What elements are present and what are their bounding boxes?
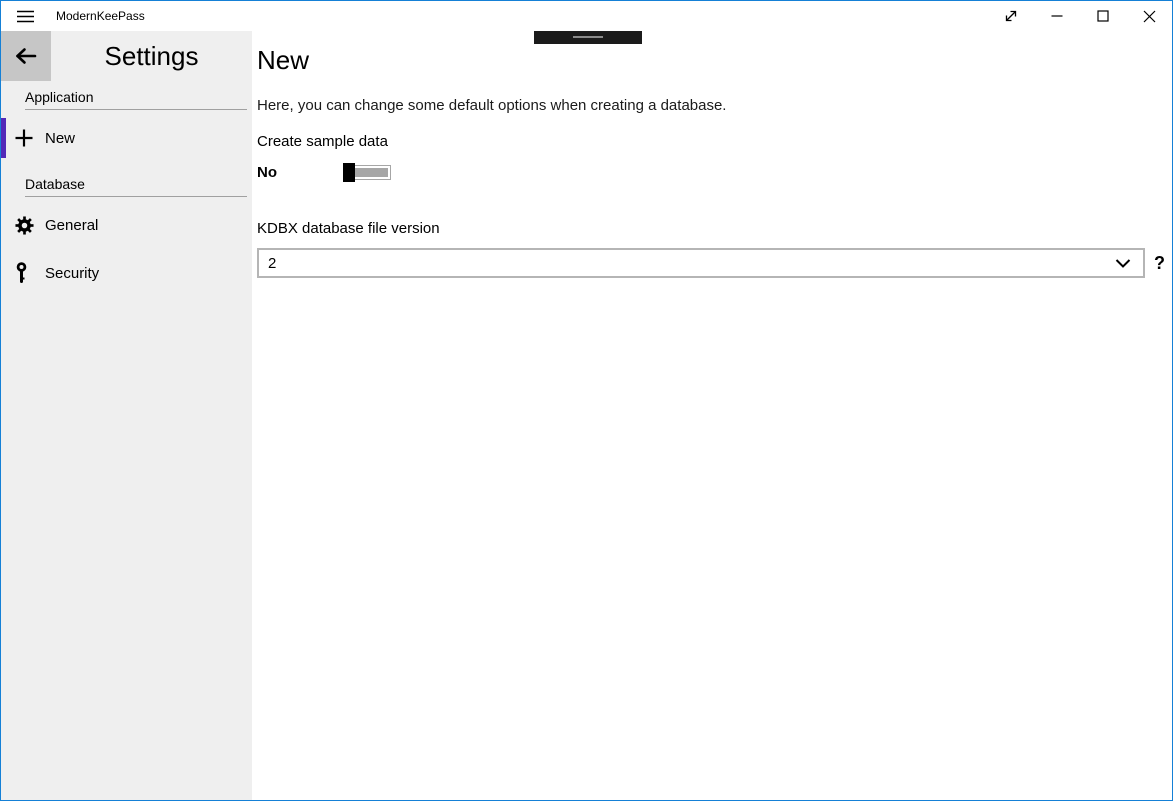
create-sample-row: No [257,162,1172,182]
app-window: ModernKeePass [0,0,1173,801]
drag-handle[interactable] [534,31,642,44]
sidebar-item-security[interactable]: Security [1,249,252,297]
close-icon [1143,10,1156,23]
chevron-down-icon [1115,259,1131,268]
sidebar-header: Settings [1,31,252,81]
minimize-icon [1051,10,1063,22]
kdbx-version-label: KDBX database file version [257,219,1172,239]
page-description: Here, you can change some default option… [257,96,1172,116]
toggle-state-label: No [257,164,343,181]
sidebar-item-new[interactable]: New [1,114,252,162]
maximize-icon [1097,10,1109,22]
gear-icon [15,216,45,235]
hamburger-button[interactable] [1,1,49,31]
plus-icon [15,129,45,147]
sidebar-item-label: New [45,130,75,147]
settings-page-title: Settings [51,31,252,81]
hamburger-icon [17,10,34,23]
maximize-button[interactable] [1080,1,1126,31]
section-label-database: Database [25,176,247,197]
sidebar-item-label: Security [45,265,99,282]
sidebar-item-label: General [45,217,98,234]
grip-icon [573,36,603,38]
fullscreen-button[interactable] [988,1,1034,31]
titlebar: ModernKeePass [1,1,1172,31]
kdbx-version-row: 2 ? [257,248,1172,278]
section-label-application: Application [25,89,247,110]
sidebar-item-general[interactable]: General [1,201,252,249]
content-area: Settings Application New Database [1,31,1172,800]
fullscreen-icon [1003,8,1019,24]
settings-sidebar: Settings Application New Database [1,31,252,800]
page-title: New [257,43,1172,77]
window-title: ModernKeePass [56,9,145,23]
close-button[interactable] [1126,1,1172,31]
combobox-value: 2 [268,255,276,272]
create-sample-toggle[interactable] [343,163,391,182]
main-pane: New Here, you can change some default op… [252,31,1172,800]
minimize-button[interactable] [1034,1,1080,31]
kdbx-version-combobox[interactable]: 2 [257,248,1145,278]
caption-buttons [988,1,1172,31]
back-button[interactable] [1,31,51,81]
key-icon [15,262,45,284]
create-sample-label: Create sample data [257,132,1172,152]
help-button[interactable]: ? [1154,253,1165,274]
toggle-knob [343,163,355,182]
back-arrow-icon [14,47,38,65]
